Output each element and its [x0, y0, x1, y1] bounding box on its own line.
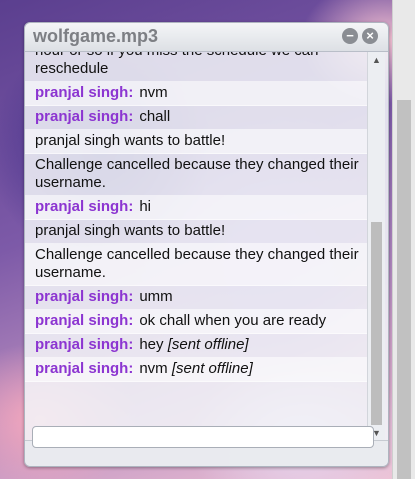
message-text: hi [139, 198, 152, 215]
message-text: chall [139, 108, 171, 125]
message-row: pranjal singh: hey [sent offline] [25, 334, 367, 358]
message-text: hey [139, 336, 164, 353]
message-row: pranjal singh: umm [25, 286, 367, 310]
window-title: wolfgame.mp3 [33, 26, 159, 46]
message-text: nvm [139, 360, 168, 377]
message-sender[interactable]: pranjal singh: [35, 108, 133, 125]
message-row: pranjal singh: ok chall when you are read… [25, 310, 367, 334]
message-sender[interactable]: pranjal singh: [35, 336, 133, 353]
message-row: pranjal singh wants to battle! [25, 130, 367, 154]
chat-window: wolfgame.mp3 − × hour or so if you miss … [24, 22, 389, 467]
message-row: pranjal singh: nvm [sent offline] [25, 358, 367, 382]
message-text: ok chall when you are ready [139, 312, 327, 329]
page-scrollbar[interactable] [392, 0, 415, 479]
chat-input[interactable] [32, 426, 374, 448]
offline-note: [sent offline] [171, 360, 253, 377]
message-log-scrollbar[interactable]: ▲ ▼ [367, 52, 385, 441]
message-row: pranjal singh: hi [25, 196, 367, 220]
message-row: pranjal singh wants to battle! [25, 220, 367, 244]
title-bar[interactable]: wolfgame.mp3 − × [25, 23, 388, 52]
message-text: Challenge cancelled because they changed… [35, 246, 359, 281]
message-text: pranjal singh wants to battle! [35, 222, 226, 239]
message-text: umm [139, 288, 173, 305]
page-scrollbar-thumb[interactable] [397, 100, 411, 479]
message-text: hour or so if you miss the schedule we c… [35, 52, 318, 77]
message-row: Challenge cancelled because they changed… [25, 244, 367, 286]
triangle-up-icon[interactable]: ▲ [368, 52, 385, 68]
message-row: hour or so if you miss the schedule we c… [25, 52, 367, 82]
input-area [25, 426, 388, 466]
message-log-scrollbar-thumb[interactable] [371, 222, 382, 425]
message-text: pranjal singh wants to battle! [35, 132, 226, 149]
offline-note: [sent offline] [167, 336, 249, 353]
message-sender[interactable]: pranjal singh: [35, 84, 133, 101]
message-row: pranjal singh: nvm [25, 82, 367, 106]
message-sender[interactable]: pranjal singh: [35, 198, 133, 215]
message-text: Challenge cancelled because they changed… [35, 156, 359, 191]
minimize-button[interactable]: − [342, 28, 358, 44]
message-row: Challenge cancelled because they changed… [25, 154, 367, 196]
message-sender[interactable]: pranjal singh: [35, 288, 133, 305]
close-button[interactable]: × [362, 28, 378, 44]
message-text: nvm [139, 84, 168, 101]
message-row: pranjal singh: chall [25, 106, 367, 130]
message-sender[interactable]: pranjal singh: [35, 360, 133, 377]
message-sender[interactable]: pranjal singh: [35, 312, 133, 329]
message-log: hour or so if you miss the schedule we c… [25, 52, 367, 441]
